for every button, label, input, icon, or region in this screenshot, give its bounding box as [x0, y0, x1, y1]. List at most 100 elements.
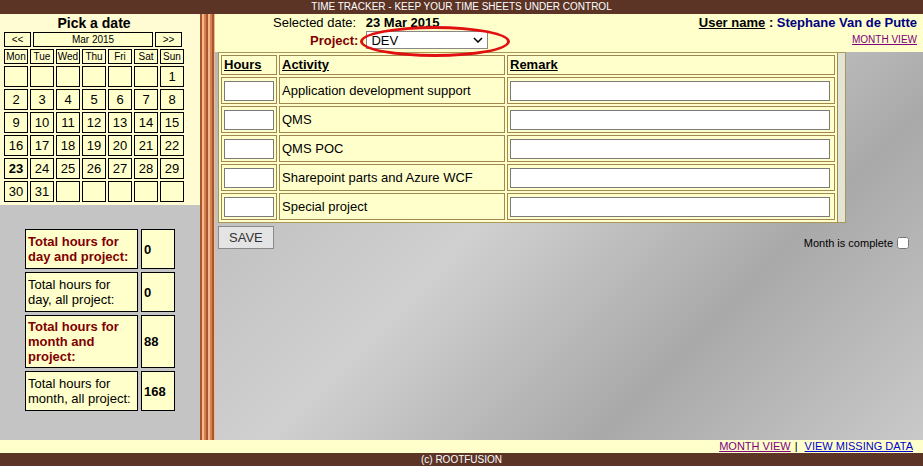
time-tracker-page: TIME TRACKER - KEEP YOUR TIME SHEETS UND… — [0, 0, 923, 466]
calendar: Pick a date << Mar 2015 >> MonTueWedThuF… — [0, 14, 200, 205]
total-value: 0 — [141, 272, 175, 312]
hours-input[interactable] — [224, 197, 274, 217]
calendar-day[interactable]: 3 — [30, 89, 54, 110]
header-left: Selected date: 23 Mar 2015 Project: DEV — [215, 14, 488, 52]
weekday-label: Sun — [160, 49, 184, 64]
weekday-label: Thu — [82, 49, 106, 64]
month-complete[interactable]: Month is complete — [804, 237, 909, 249]
sidebar: Pick a date << Mar 2015 >> MonTueWedThuF… — [0, 14, 200, 440]
calendar-day[interactable]: 24 — [30, 158, 54, 179]
calendar-title: Pick a date — [4, 15, 184, 32]
calendar-day[interactable]: 13 — [108, 112, 132, 133]
calendar-day — [30, 66, 54, 87]
remark-cell — [507, 106, 835, 133]
calendar-day[interactable]: 9 — [4, 112, 28, 133]
activity-cell: Application development support — [279, 77, 505, 104]
calendar-day[interactable]: 17 — [30, 135, 54, 156]
project-label: Project: — [310, 33, 358, 48]
calendar-day[interactable]: 16 — [4, 135, 28, 156]
calendar-day[interactable]: 30 — [4, 181, 28, 202]
remark-input[interactable] — [510, 110, 830, 130]
hours-input[interactable] — [224, 110, 274, 130]
title-bar: TIME TRACKER - KEEP YOUR TIME SHEETS UND… — [0, 0, 923, 14]
next-month-button[interactable]: >> — [155, 32, 182, 47]
calendar-day[interactable]: 28 — [134, 158, 158, 179]
total-value: 0 — [141, 229, 175, 269]
calendar-day[interactable]: 18 — [56, 135, 80, 156]
calendar-day — [56, 66, 80, 87]
save-row: SAVE Month is complete — [218, 223, 923, 249]
calendar-day — [108, 181, 132, 202]
chevron-down-icon — [473, 37, 483, 43]
activity-cell: QMS POC — [279, 135, 505, 162]
hours-cell — [221, 77, 277, 104]
calendar-day[interactable]: 23 — [4, 158, 28, 179]
hours-cell — [221, 106, 277, 133]
calendar-day[interactable]: 10 — [30, 112, 54, 133]
calendar-day[interactable]: 8 — [160, 89, 184, 110]
calendar-day — [160, 181, 184, 202]
calendar-day[interactable]: 31 — [30, 181, 54, 202]
calendar-day[interactable]: 11 — [56, 112, 80, 133]
calendar-day — [4, 66, 28, 87]
hours-input[interactable] — [224, 168, 274, 188]
calendar-day[interactable]: 15 — [160, 112, 184, 133]
month-complete-checkbox[interactable] — [897, 237, 909, 249]
calendar-day[interactable]: 7 — [134, 89, 158, 110]
total-label: Total hours for month, all project: — [25, 371, 138, 411]
remark-cell — [507, 193, 835, 220]
calendar-day[interactable]: 2 — [4, 89, 28, 110]
prev-month-button[interactable]: << — [4, 32, 31, 47]
calendar-day[interactable]: 21 — [134, 135, 158, 156]
footer-link[interactable]: MONTH VIEW — [719, 440, 791, 452]
remark-input[interactable] — [510, 81, 830, 101]
remark-input[interactable] — [510, 168, 830, 188]
calendar-day — [56, 181, 80, 202]
background-photo: HoursActivityRemark Application developm… — [215, 52, 923, 440]
project-select[interactable]: DEV — [366, 31, 488, 49]
header: Selected date: 23 Mar 2015 Project: DEV … — [215, 14, 923, 52]
footer-link[interactable]: VIEW MISSING DATA — [805, 440, 913, 452]
calendar-day — [134, 181, 158, 202]
calendar-day[interactable]: 26 — [82, 158, 106, 179]
calendar-day[interactable]: 29 — [160, 158, 184, 179]
total-label: Total hours for month and project: — [25, 315, 138, 368]
activity-grid: HoursActivityRemark Application developm… — [219, 53, 837, 222]
activity-cell: Special project — [279, 193, 505, 220]
calendar-day[interactable]: 4 — [56, 89, 80, 110]
column-header: Remark — [507, 55, 835, 75]
remark-cell — [507, 77, 835, 104]
activity-cell: Sharepoint parts and Azure WCF — [279, 164, 505, 191]
remark-input[interactable] — [510, 197, 830, 217]
remark-input[interactable] — [510, 139, 830, 159]
divider-stripe — [200, 14, 215, 440]
column-header: Hours — [221, 55, 277, 75]
total-value: 168 — [141, 371, 175, 411]
activity-table: HoursActivityRemark Application developm… — [218, 52, 846, 223]
calendar-nav: << Mar 2015 >> — [4, 32, 182, 47]
calendar-day[interactable]: 25 — [56, 158, 80, 179]
calendar-day[interactable]: 6 — [108, 89, 132, 110]
calendar-day[interactable]: 27 — [108, 158, 132, 179]
month-view-link[interactable]: MONTH VIEW — [852, 34, 917, 45]
user-name: User name : Stephane Van de Putte — [699, 15, 917, 31]
month-label: Mar 2015 — [33, 32, 153, 47]
footer-bar: (c) ROOTFUSION — [0, 453, 923, 466]
activity-cell: QMS — [279, 106, 505, 133]
save-button[interactable]: SAVE — [218, 226, 274, 249]
total-label: Total hours for day, all project: — [25, 272, 138, 312]
calendar-day[interactable]: 14 — [134, 112, 158, 133]
hours-input[interactable] — [224, 139, 274, 159]
hours-input[interactable] — [224, 81, 274, 101]
calendar-day[interactable]: 22 — [160, 135, 184, 156]
calendar-day[interactable]: 5 — [82, 89, 106, 110]
calendar-day[interactable]: 12 — [82, 112, 106, 133]
calendar-day[interactable]: 1 — [160, 66, 184, 87]
calendar-day[interactable]: 20 — [108, 135, 132, 156]
calendar-day[interactable]: 19 — [82, 135, 106, 156]
scroll-strip — [837, 53, 845, 222]
column-header: Activity — [279, 55, 505, 75]
content-area: Pick a date << Mar 2015 >> MonTueWedThuF… — [0, 14, 923, 440]
weekday-label: Mon — [4, 49, 28, 64]
total-label: Total hours for day and project: — [25, 229, 138, 269]
